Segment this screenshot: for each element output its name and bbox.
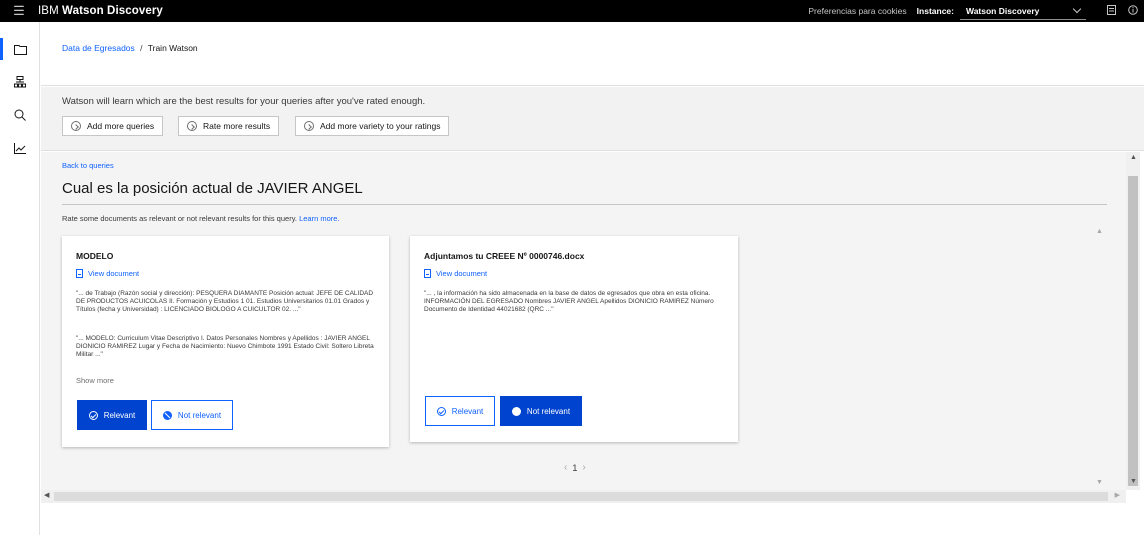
nav-build-queries[interactable] [0,69,40,95]
training-banner: Watson will learn which are the best res… [41,87,1144,151]
scroll-down-icon[interactable]: ▼ [1130,478,1137,485]
chevron-left-icon[interactable]: ‹ [564,462,567,473]
folder-icon [13,44,27,55]
page-number[interactable]: 1 [572,463,577,473]
scroll-left-icon[interactable]: ◀ [44,491,49,499]
add-more-queries-button[interactable]: Add more queries [62,116,164,136]
add-more-queries-label: Add more queries [87,121,155,131]
scroll-down-icon[interactable]: ▼ [1096,479,1103,486]
scroll-up-icon[interactable]: ▲ [1130,154,1137,161]
nav-search[interactable] [0,102,40,128]
rate-more-results-button[interactable]: Rate more results [178,116,280,136]
relevant-label: Relevant [103,410,136,420]
rate-more-results-label: Rate more results [203,121,271,131]
back-to-queries-link[interactable]: Back to queries [62,161,114,170]
hamburger-icon[interactable]: ☰ [0,3,38,19]
relevant-button[interactable]: Relevant [425,396,495,426]
cookie-preferences-link[interactable]: Preferencias para cookies [808,6,906,16]
breadcrumb-parent-link[interactable]: Data de Egresados [62,43,135,53]
result-card: MODELO View document "... de Trabajo (Ra… [62,236,389,447]
view-document-label: View document [88,269,140,278]
breadcrumb-current: Train Watson [147,43,198,53]
checkmark-outline-icon [88,410,98,420]
result-card: Adjuntamos tu CREEE Nº 0000746.docx View… [410,236,738,442]
brand-name: Watson Discovery [62,5,163,17]
instructions-text: Rate some documents as relevant or not r… [62,214,297,223]
not-relevant-button[interactable]: Not relevant [500,396,582,426]
brand-prefix: IBM [38,5,59,17]
instance-label: Instance: [916,6,954,16]
instance-value: Watson Discovery [966,5,1040,16]
banner-message: Watson will learn which are the best res… [62,96,426,107]
result-title: MODELO [76,251,114,261]
arrow-right-circle-icon [71,121,81,131]
checkmark-outline-icon [436,406,446,416]
add-variety-label: Add more variety to your ratings [320,121,441,131]
view-document-label: View document [436,269,488,278]
rating-instructions: Rate some documents as relevant or not r… [62,214,340,223]
relevant-button[interactable]: Relevant [77,400,147,430]
show-more-link[interactable]: Show more [76,376,114,385]
instance-select[interactable]: Watson Discovery [960,2,1086,20]
query-training-panel: Back to queries Cual es la posición actu… [41,152,1126,490]
result-title: Adjuntamos tu CREEE Nº 0000746.docx [424,251,585,261]
breadcrumb-separator: / [140,43,143,53]
relevant-label: Relevant [451,406,484,416]
breadcrumb: Data de Egresados / Train Watson [62,43,198,53]
top-bar: ☰ IBM Watson Discovery Preferencias para… [0,0,1144,22]
scrollbar-thumb[interactable] [54,492,1108,501]
arrow-right-circle-icon [187,121,197,131]
add-variety-button[interactable]: Add more variety to your ratings [295,116,450,136]
chevron-right-icon[interactable]: › [582,462,585,473]
results-area: MODELO View document "... de Trabajo (Ra… [62,226,1107,490]
document-icon[interactable] [1100,4,1122,18]
nav-analytics[interactable] [0,135,40,161]
breadcrumb-bar: Data de Egresados / Train Watson [41,22,1144,86]
search-icon [14,109,26,121]
not-relevant-button[interactable]: Not relevant [151,400,233,430]
not-relevant-label: Not relevant [526,406,571,416]
view-document-link[interactable]: View document [76,269,139,278]
left-nav [0,22,40,535]
arrow-right-circle-icon [304,121,314,131]
scrollbar-thumb[interactable] [1128,176,1138,486]
document-icon [424,269,431,278]
nav-manage-data[interactable] [0,36,40,62]
pagination: ‹ 1 › [564,462,586,473]
document-icon [76,269,83,278]
misuse-icon [162,410,172,420]
query-title: Cual es la posición actual de JAVIER ANG… [62,180,363,197]
scroll-up-icon[interactable]: ▲ [1096,228,1103,235]
chevron-down-icon [1072,4,1082,13]
result-excerpt: "... de Trabajo (Razón social y direcció… [76,290,374,313]
horizontal-scrollbar[interactable]: ◀ ▶ [41,490,1126,503]
title-divider [62,204,1107,205]
page-vertical-scrollbar[interactable]: ▲ [1126,152,1140,490]
misuse-icon [511,406,521,416]
analytics-icon [14,142,26,154]
learn-more-link[interactable]: Learn more. [299,214,339,223]
scroll-right-icon[interactable]: ▶ [1115,491,1120,499]
result-excerpt: "... , la información ha sido almacenada… [424,290,714,313]
app-brand[interactable]: IBM Watson Discovery [38,5,163,17]
info-icon[interactable] [1122,4,1144,18]
view-document-link[interactable]: View document [424,269,487,278]
inner-vertical-scrollbar[interactable]: ▲ ▼ [1094,226,1106,488]
not-relevant-label: Not relevant [177,410,222,420]
structure-icon [14,76,26,88]
result-excerpt: "... MODELO: Curriculum Vitae Descriptiv… [76,335,374,358]
